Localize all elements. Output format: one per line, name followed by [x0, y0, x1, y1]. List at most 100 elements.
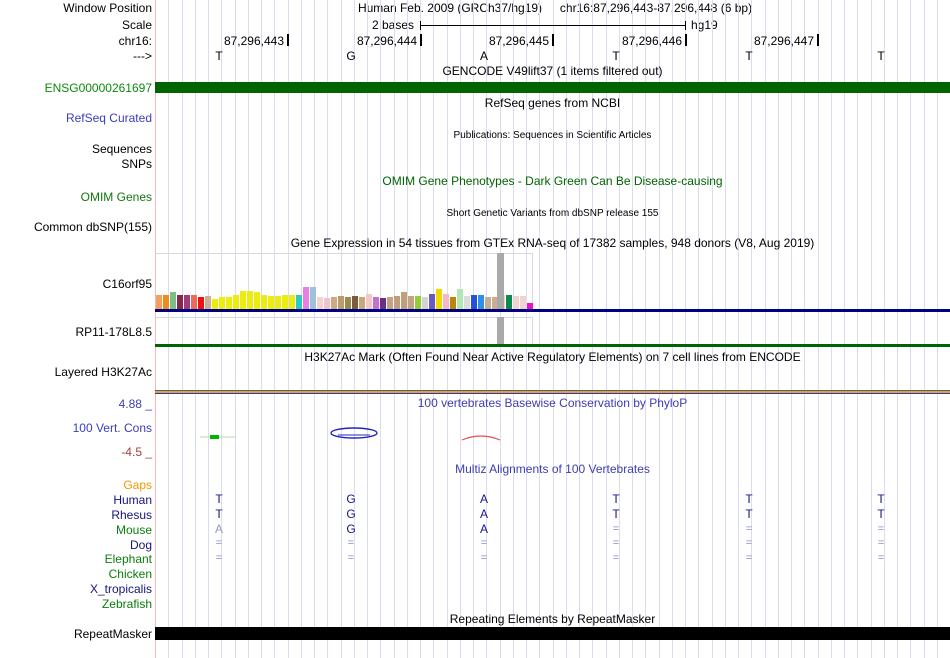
track-label-4-5[interactable]: -4.5 _ [0, 445, 152, 459]
gtex-tissue-bar[interactable] [422, 297, 428, 309]
gtex-tissue-bar[interactable] [254, 292, 260, 309]
scale-bar-line [420, 25, 685, 26]
gtex-tissue-bar[interactable] [170, 292, 176, 309]
gtex-tissue-bar[interactable] [226, 297, 232, 309]
gtex-tissue-bar[interactable] [401, 292, 407, 309]
gtex-tissue-bar[interactable] [247, 291, 253, 309]
gtex-tissue-bar[interactable] [380, 298, 386, 309]
gencode-gene-bar[interactable] [155, 82, 950, 93]
reference-base: T [745, 49, 753, 63]
gtex-tissue-bar[interactable] [184, 295, 190, 309]
gtex-tissue-bar[interactable] [317, 297, 323, 309]
coordinate-tick [287, 34, 289, 46]
gtex-tissue-bar[interactable] [366, 294, 372, 309]
track-label-rhesus[interactable]: Rhesus [0, 508, 152, 522]
alignment-base-mouse: A [214, 522, 223, 536]
track-caption-gencode-v49lift37-1-ite: GENCODE V49lift37 (1 items filtered out) [442, 64, 663, 78]
gtex-tissue-bar[interactable] [303, 287, 309, 309]
gtex-tissue-bar[interactable] [520, 296, 526, 309]
track-label-rp11-178l8-5[interactable]: RP11-178L8.5 [0, 325, 153, 339]
gtex-tissue-bar[interactable] [240, 291, 246, 309]
gtex-tissue-bar[interactable] [177, 295, 183, 309]
track-label-common-dbsnp-155[interactable]: Common dbSNP(155) [0, 220, 152, 234]
alignment-base-mouse: = [877, 523, 885, 535]
track-label-x-tropicalis[interactable]: X_tropicalis [0, 582, 152, 596]
gtex-tissue-bar[interactable] [394, 296, 400, 309]
track-label-human[interactable]: Human [0, 493, 152, 507]
track-label-100-vert-cons[interactable]: 100 Vert. Cons [0, 421, 152, 435]
gtex-tissue-bar[interactable] [443, 294, 449, 309]
track-label-snps[interactable]: SNPs [0, 157, 152, 171]
gtex-tissue-bar[interactable] [359, 297, 365, 309]
track-label-mouse[interactable]: Mouse [0, 523, 152, 537]
track-label-layered-h3k27ac[interactable]: Layered H3K27Ac [0, 365, 152, 379]
track-label-gaps[interactable]: Gaps [0, 478, 152, 492]
track-label-omim-genes[interactable]: OMIM Genes [0, 190, 152, 204]
gtex-tissue-bar[interactable] [268, 296, 274, 309]
gtex-tissue-bar[interactable] [352, 296, 358, 309]
track-label-chicken[interactable]: Chicken [0, 567, 152, 581]
coordinate-label: 87,296,446 [621, 34, 682, 48]
gtex-tissue-bar[interactable] [436, 289, 442, 309]
gtex-tissue-bar[interactable] [289, 295, 295, 309]
track-label-refseq-curated[interactable]: RefSeq Curated [0, 111, 152, 125]
alignment-base-dog: = [877, 537, 885, 549]
gtex-tissue-bar[interactable] [163, 295, 169, 309]
track-label-ensg00000261697[interactable]: ENSG00000261697 [0, 81, 152, 95]
gtex-tissue-bar[interactable] [345, 297, 351, 309]
gtex-tissue-bar[interactable] [450, 297, 456, 309]
alignment-base-elephant: = [877, 552, 885, 564]
alignment-base-rhesus: G [346, 507, 356, 521]
gtex-tissue-bar[interactable] [506, 295, 512, 309]
gtex-tissue-bar[interactable] [261, 295, 267, 309]
track-label-4-88[interactable]: 4.88 _ [0, 397, 152, 411]
track-label-repeatmasker[interactable]: RepeatMasker [0, 627, 152, 641]
coordinate-label: 87,296,443 [223, 34, 284, 48]
gtex-tissue-bar[interactable] [485, 297, 491, 309]
gtex-tissue-bar[interactable] [338, 296, 344, 309]
reference-base: T [612, 49, 620, 63]
coordinate-tick [552, 34, 554, 46]
track-label-dog[interactable]: Dog [0, 538, 152, 552]
gtex-tissue-bar[interactable] [156, 295, 162, 309]
track-label-item[interactable]: ---> [0, 49, 152, 63]
gtex-tissue-bar[interactable] [310, 287, 316, 309]
gtex-tissue-bar[interactable] [464, 296, 470, 309]
scale-genome-label: hg19 [691, 18, 718, 32]
gtex-tissue-bar[interactable] [457, 289, 463, 309]
track-label-chr16[interactable]: chr16: [0, 34, 152, 48]
repeatmasker-element-bar[interactable] [155, 627, 950, 640]
gtex-tissue-bar[interactable] [415, 296, 421, 309]
gtex-tissue-bar[interactable] [324, 298, 330, 309]
alignment-base-dog: = [215, 537, 223, 549]
track-caption-multiz-alignments-of-100: Multiz Alignments of 100 Vertebrates [455, 462, 650, 476]
gtex-baseline-rp11 [155, 344, 950, 347]
track-label-sequences[interactable]: Sequences [0, 142, 152, 156]
gtex-tissue-bar[interactable] [282, 295, 288, 309]
gtex-tissue-bar[interactable] [513, 296, 519, 309]
gtex-tissue-bar[interactable] [478, 295, 484, 309]
coordinate-tick [420, 34, 422, 46]
gtex-tissue-bar[interactable] [191, 295, 197, 309]
gtex-tissue-bar[interactable] [233, 295, 239, 309]
gtex-tissue-bar[interactable] [219, 297, 225, 309]
gtex-tissue-bar[interactable] [205, 296, 211, 309]
gtex-tissue-bar[interactable] [296, 295, 302, 309]
gtex-tissue-bar[interactable] [373, 297, 379, 309]
gtex-tissue-bar[interactable] [212, 299, 218, 309]
track-label-window-position[interactable]: Window Position [0, 1, 152, 15]
track-label-scale[interactable]: Scale [0, 18, 152, 32]
track-label-c16orf95[interactable]: C16orf95 [0, 277, 152, 291]
gtex-tissue-bar[interactable] [387, 297, 393, 309]
track-caption-gene-expression-in-54-ti: Gene Expression in 54 tissues from GTEx … [290, 236, 815, 250]
gtex-tissue-bar[interactable] [331, 297, 337, 309]
gtex-tissue-bar[interactable] [471, 295, 477, 309]
gtex-tissue-bar[interactable] [275, 296, 281, 309]
track-label-zebrafish[interactable]: Zebrafish [0, 597, 152, 611]
gtex-tissue-bar[interactable] [198, 297, 204, 309]
gtex-tissue-bar[interactable] [429, 294, 435, 309]
scale-bar-tick [420, 21, 421, 30]
gtex-tissue-bar[interactable] [408, 296, 414, 309]
alignment-base-human: G [346, 492, 356, 506]
track-label-elephant[interactable]: Elephant [0, 552, 152, 566]
